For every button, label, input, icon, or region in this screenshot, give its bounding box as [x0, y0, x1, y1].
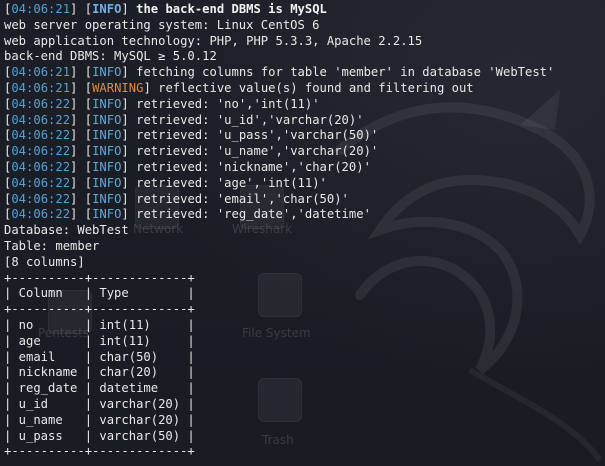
log-message: retrieved: 'u_id','varchar(20)': [128, 112, 364, 127]
log-message: retrieved: 'no','int(11)': [128, 96, 320, 111]
log-timestamp: 04:06:21: [11, 65, 71, 80]
terminal-line: | u_pass | varchar(50) |: [4, 429, 605, 445]
terminal-line: [04:06:22] [INFO] retrieved: 'age','int(…: [4, 175, 327, 190]
log-message: retrieved: 'nickname','char(20)': [128, 159, 371, 174]
terminal-line: [04:06:21] [INFO] fetching columns for t…: [4, 65, 555, 80]
log-message: retrieved: 'u_name','varchar(20)': [128, 144, 379, 159]
terminal-line: back-end DBMS: MySQL ≥ 5.0.12: [4, 49, 605, 65]
terminal-line: [04:06:22] [INFO] retrieved: 'email','ch…: [4, 191, 349, 206]
terminal-line: | email | char(50) |: [4, 350, 605, 366]
log-message: retrieved: 'u_pass','varchar(50)': [128, 128, 379, 143]
log-message: the back-end DBMS is MySQL: [128, 2, 327, 16]
terminal-line: [04:06:22] [INFO] retrieved: 'no','int(1…: [4, 96, 320, 111]
terminal-line: [8 columns]: [4, 255, 605, 271]
terminal-line-text: | email | char(50) |: [4, 349, 195, 364]
terminal-line: [04:06:22] [INFO] retrieved: 'u_pass','v…: [4, 128, 379, 143]
log-message: fetching columns for table 'member' in d…: [128, 65, 555, 80]
log-timestamp: 04:06:22: [11, 207, 71, 222]
log-timestamp: 04:06:22: [11, 128, 71, 143]
log-message: reflective value(s) found and filtering …: [150, 80, 474, 95]
terminal-line-text: | nickname | char(20) |: [4, 365, 195, 380]
terminal-line: +----------+-------------+: [4, 271, 605, 287]
log-level-info: INFO: [92, 191, 122, 206]
terminal-line: | nickname | char(20) |: [4, 365, 605, 381]
terminal-line: [04:06:21] [WARNING] reflective value(s)…: [4, 80, 474, 95]
terminal-line-text: web server operating system: Linux CentO…: [4, 17, 320, 32]
terminal-line-text: +----------+-------------+: [4, 444, 195, 459]
log-timestamp: 04:06:21: [11, 2, 71, 16]
log-timestamp: 04:06:22: [11, 191, 71, 206]
log-timestamp: 04:06:21: [11, 80, 71, 95]
terminal-line-text: Database: WebTest: [4, 223, 129, 238]
terminal-line: [04:06:22] [INFO] retrieved: 'nickname',…: [4, 159, 371, 174]
terminal-line-text: web application technology: PHP, PHP 5.3…: [4, 33, 423, 48]
terminal-line-text: [8 columns]: [4, 254, 85, 269]
terminal-line: | u_id | varchar(20) |: [4, 397, 605, 413]
log-level-info: INFO: [92, 207, 122, 222]
log-level-info: INFO: [92, 159, 122, 174]
log-level-info: INFO: [92, 144, 122, 159]
terminal-line: Table: member: [4, 239, 605, 255]
terminal-line-text: | reg_date | datetime |: [4, 381, 195, 396]
log-level-info: INFO: [92, 112, 122, 127]
terminal-line: [04:06:21] [INFO] the back-end DBMS is M…: [4, 2, 327, 16]
terminal-line: Database: WebTest: [4, 223, 605, 239]
terminal-line: +----------+-------------+: [4, 302, 605, 318]
log-timestamp: 04:06:22: [11, 96, 71, 111]
log-level-info: INFO: [92, 175, 122, 190]
log-message: retrieved: 'email','char(50)': [128, 191, 349, 206]
terminal-line: | reg_date | datetime |: [4, 381, 605, 397]
terminal-line-text: +----------+-------------+: [4, 302, 195, 317]
terminal-line-text: | no | int(11) |: [4, 317, 195, 332]
terminal-line: [04:06:22] [INFO] retrieved: 'reg_date',…: [4, 207, 371, 222]
terminal-line-text: | Column | Type |: [4, 286, 195, 301]
terminal-line: | u_name | varchar(20) |: [4, 413, 605, 429]
terminal-line-text: back-end DBMS: MySQL ≥ 5.0.12: [4, 49, 217, 64]
terminal-line-text: | age | int(11) |: [4, 333, 195, 348]
terminal-line: web application technology: PHP, PHP 5.3…: [4, 34, 605, 50]
terminal-line: [04:06:22] [INFO] retrieved: 'u_name','v…: [4, 144, 379, 159]
terminal-line-text: | u_name | varchar(20) |: [4, 412, 195, 427]
log-message: retrieved: 'reg_date','datetime': [128, 207, 371, 222]
log-level-info: INFO: [92, 128, 122, 143]
log-timestamp: 04:06:22: [11, 144, 71, 159]
terminal-line-text: | u_id | varchar(20) |: [4, 396, 195, 411]
log-message: retrieved: 'age','int(11)': [128, 175, 327, 190]
log-timestamp: 04:06:22: [11, 175, 71, 190]
terminal-line: [04:06:22] [INFO] retrieved: 'u_id','var…: [4, 112, 364, 127]
terminal-line-text: +----------+-------------+: [4, 270, 195, 285]
terminal-line: | Column | Type |: [4, 286, 605, 302]
terminal-output[interactable]: [04:06:21] [INFO] the back-end DBMS is M…: [0, 0, 605, 466]
terminal-line-text: | u_pass | varchar(50) |: [4, 428, 195, 443]
terminal-line: | age | int(11) |: [4, 334, 605, 350]
log-timestamp: 04:06:22: [11, 112, 71, 127]
terminal-line: | no | int(11) |: [4, 318, 605, 334]
log-level-info: INFO: [92, 96, 122, 111]
log-level-warning: WARNING: [92, 80, 144, 95]
terminal-line: +----------+-------------+: [4, 444, 605, 460]
log-level-info: INFO: [92, 65, 122, 80]
log-level-info: INFO: [92, 2, 122, 16]
log-timestamp: 04:06:22: [11, 159, 71, 174]
terminal-line-text: Table: member: [4, 238, 100, 253]
terminal-line: web server operating system: Linux CentO…: [4, 18, 605, 34]
